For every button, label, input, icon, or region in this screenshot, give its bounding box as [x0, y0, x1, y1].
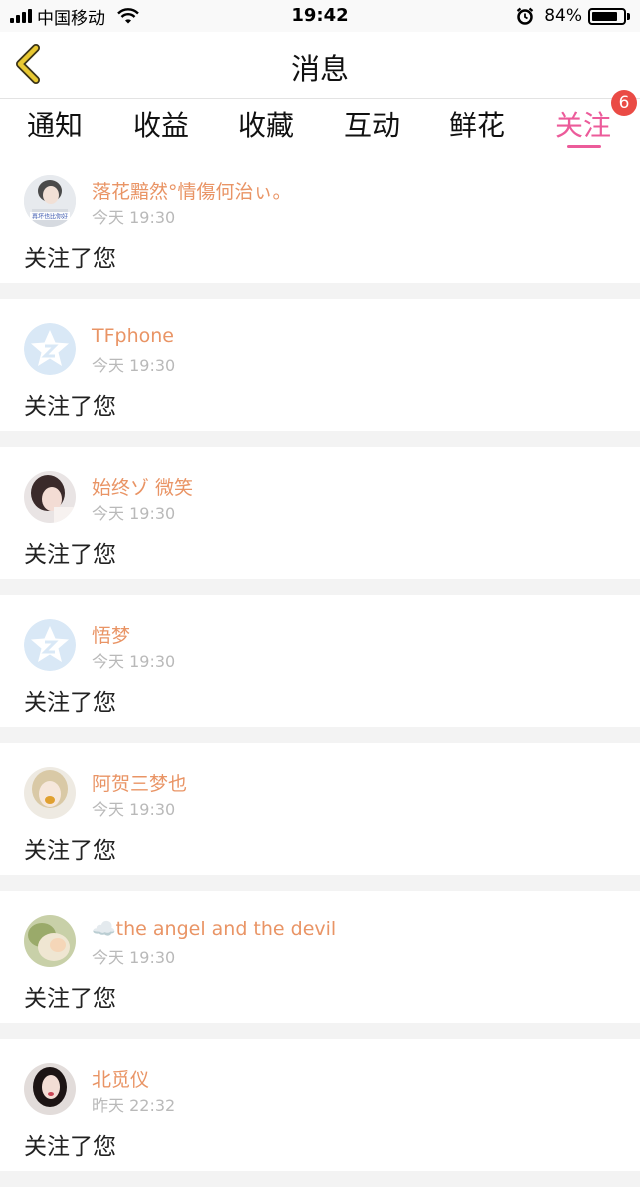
username[interactable]: 始终ゾ 微笑 — [92, 473, 193, 500]
avatar[interactable] — [24, 471, 76, 523]
timestamp: 今天 19:30 — [92, 504, 176, 523]
active-tab-indicator — [567, 145, 601, 148]
follow-message: 关注了您 — [24, 542, 116, 568]
tab-favorites[interactable]: 收藏 — [238, 104, 294, 144]
list-item[interactable]: 始终ゾ 微笑 今天 19:30 关注了您 — [0, 447, 640, 579]
status-bar: 中国移动 19:42 84% — [0, 0, 640, 32]
username[interactable]: 阿贺三梦也 — [92, 769, 187, 796]
default-avatar-icon[interactable] — [24, 323, 76, 375]
star-avatar-icon — [24, 619, 76, 671]
avatar-caption: 再坏也比你好 — [32, 213, 68, 221]
follow-message: 关注了您 — [24, 394, 116, 420]
battery-fill — [592, 11, 618, 21]
follow-message: 关注了您 — [24, 838, 116, 864]
nav-bar: 消息 — [0, 32, 640, 99]
follow-list: 再坏也比你好 落花黯然°情傷何治ぃ。 今天 19:30 关注了您 TFphone… — [0, 151, 640, 1187]
username[interactable]: 北觅仪 — [92, 1065, 149, 1092]
timestamp: 今天 19:30 — [92, 800, 176, 819]
list-item[interactable]: 北觅仪 昨天 22:32 关注了您 — [0, 1039, 640, 1171]
list-item[interactable]: 悟梦 今天 19:30 关注了您 — [0, 595, 640, 727]
list-item[interactable]: TFphone 今天 19:30 关注了您 — [0, 299, 640, 431]
avatar[interactable] — [24, 1063, 76, 1115]
battery-icon — [588, 7, 626, 25]
list-item[interactable]: ☁️the angel and the devil 今天 19:30 关注了您 — [0, 891, 640, 1023]
tab-earnings[interactable]: 收益 — [133, 104, 189, 144]
avatar-photo: 再坏也比你好 — [24, 175, 76, 227]
follow-message: 关注了您 — [24, 1134, 116, 1160]
avatar-photo — [24, 471, 76, 523]
battery-tip — [627, 12, 630, 20]
follow-message: 关注了您 — [24, 246, 116, 272]
tab-follows[interactable]: 关注 — [555, 104, 611, 144]
unread-badge: 6 — [611, 90, 637, 116]
star-avatar-icon — [24, 323, 76, 375]
tab-bar: 通知 收益 收藏 互动 鲜花 关注 6 — [0, 90, 640, 151]
follow-message: 关注了您 — [24, 690, 116, 716]
avatar-photo — [24, 1063, 76, 1115]
follow-message: 关注了您 — [24, 986, 116, 1012]
list-item[interactable]: 阿贺三梦也 今天 19:30 关注了您 — [0, 743, 640, 875]
timestamp: 今天 19:30 — [92, 356, 176, 375]
timestamp: 昨天 22:32 — [92, 1096, 176, 1115]
username[interactable]: 悟梦 — [92, 621, 130, 648]
username[interactable]: ☁️the angel and the devil — [92, 917, 336, 940]
timestamp: 今天 19:30 — [92, 652, 176, 671]
avatar[interactable] — [24, 767, 76, 819]
timestamp: 今天 19:30 — [92, 948, 176, 967]
username[interactable]: TFphone — [92, 325, 174, 347]
tab-flowers[interactable]: 鲜花 — [449, 104, 505, 144]
avatar-photo — [24, 915, 76, 967]
timestamp: 今天 19:30 — [92, 208, 176, 227]
list-item[interactable]: 再坏也比你好 落花黯然°情傷何治ぃ。 今天 19:30 关注了您 — [0, 151, 640, 283]
status-right: 84% — [516, 5, 630, 27]
username[interactable]: 落花黯然°情傷何治ぃ。 — [92, 177, 292, 204]
avatar[interactable]: 再坏也比你好 — [24, 175, 76, 227]
tab-interactions[interactable]: 互动 — [344, 104, 400, 144]
page-title: 消息 — [290, 52, 349, 86]
tab-notifications[interactable]: 通知 — [27, 104, 83, 144]
avatar[interactable] — [24, 915, 76, 967]
avatar-photo — [24, 767, 76, 819]
battery-percent: 84% — [544, 6, 582, 26]
alarm-icon — [516, 7, 534, 25]
default-avatar-icon[interactable] — [24, 619, 76, 671]
